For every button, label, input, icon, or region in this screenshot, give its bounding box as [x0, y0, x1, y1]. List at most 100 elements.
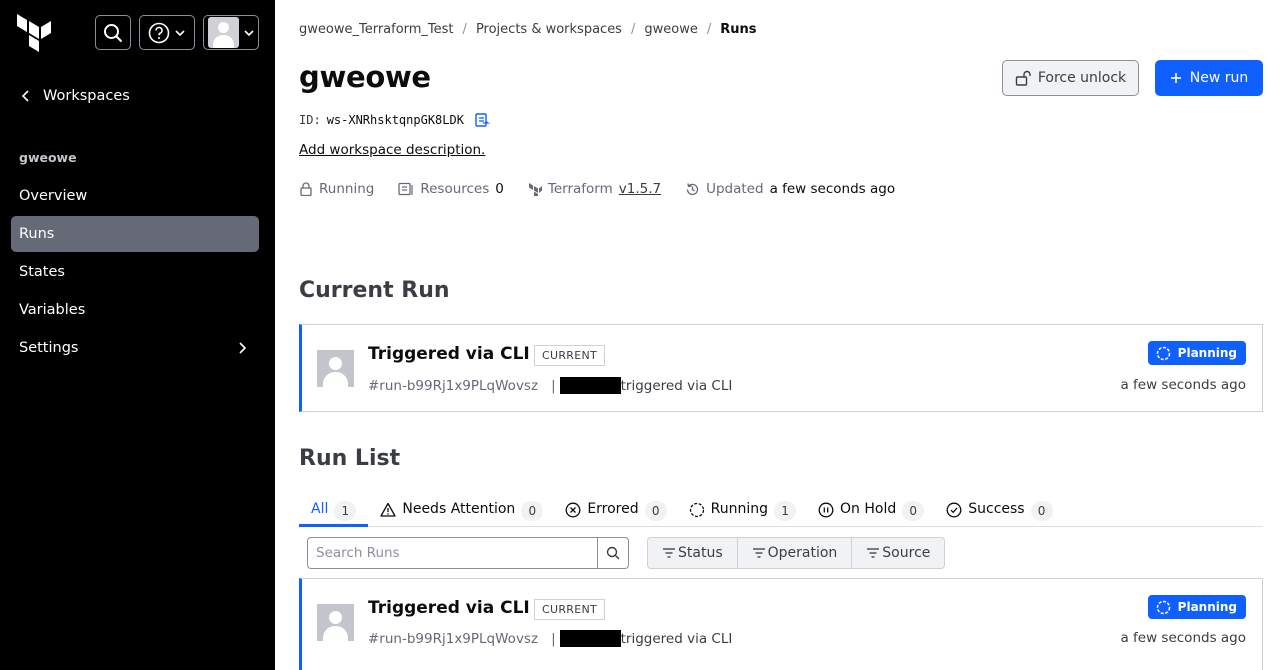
tab-label: Running: [710, 501, 769, 517]
trigger-text: triggered via CLI: [620, 377, 733, 394]
breadcrumb-separator: /: [630, 22, 636, 37]
chevron-down-icon: [175, 29, 185, 36]
plus-icon: [1170, 73, 1181, 83]
workspace-meta: Running Resources 0 Terraform v1.5.7 Upd…: [299, 181, 919, 197]
status-badge-label: Planning: [1177, 346, 1237, 360]
sidebar-item-label: Variables: [19, 302, 86, 318]
run-title[interactable]: Triggered via CLI: [368, 598, 530, 618]
breadcrumb-workspace[interactable]: gweowe: [644, 22, 697, 37]
meta-status-text: Running: [319, 181, 375, 197]
meta-updated-label: Updated: [706, 181, 764, 197]
add-description-link[interactable]: Add workspace description.: [299, 142, 485, 158]
warning-icon: [380, 502, 397, 517]
tab-label: Needs Attention: [402, 501, 516, 517]
force-unlock-button[interactable]: Force unlock: [1002, 60, 1139, 96]
tab-on-hold[interactable]: On Hold 0: [818, 497, 925, 527]
terraform-version-link[interactable]: v1.5.7: [619, 181, 661, 197]
breadcrumb-separator: /: [462, 22, 467, 37]
meta-resources-label: Resources: [420, 181, 490, 197]
meta-updated: Updated a few seconds ago: [685, 181, 895, 197]
user-menu-button[interactable]: [203, 15, 259, 50]
sidebar-item-states[interactable]: States: [11, 254, 259, 290]
meta-resources-count: 0: [495, 181, 504, 197]
search-icon: [606, 546, 620, 560]
terraform-logo-icon[interactable]: [17, 14, 53, 52]
main-content: gweowe_Terraform_Test / Projects & works…: [299, 0, 1263, 670]
loading-icon: [689, 502, 704, 518]
back-label: Workspaces: [43, 88, 130, 104]
tab-success[interactable]: Success 0: [946, 497, 1053, 527]
new-run-label: New run: [1189, 70, 1249, 86]
run-list-heading: Run List: [299, 446, 401, 471]
chevron-left-icon: [21, 90, 29, 102]
search-icon: [104, 23, 123, 42]
copy-icon[interactable]: [474, 112, 490, 128]
tab-all[interactable]: All 1: [299, 497, 369, 527]
force-unlock-label: Force unlock: [1037, 70, 1127, 86]
tab-count: 0: [902, 501, 925, 521]
tab-label: On Hold: [840, 501, 897, 517]
lock-icon: [300, 182, 312, 196]
unlock-icon: [1015, 70, 1031, 86]
sidebar-item-label: Runs: [19, 226, 55, 242]
sidebar-item-label: States: [19, 264, 65, 280]
new-run-button[interactable]: New run: [1155, 60, 1263, 96]
sidebar-item-runs[interactable]: Runs: [11, 216, 259, 252]
search-button[interactable]: [95, 15, 131, 50]
filter-source-button[interactable]: Source: [852, 538, 944, 568]
filter-label: Source: [882, 545, 931, 561]
avatar: [317, 604, 354, 641]
current-tag: CURRENT: [534, 345, 606, 366]
status-badge: Planning: [1147, 595, 1246, 619]
meta-updated-value: a few seconds ago: [769, 181, 896, 197]
filter-buttons: Status Operation Source: [647, 537, 946, 569]
tab-errored[interactable]: Errored 0: [565, 497, 667, 527]
run-title[interactable]: Triggered via CLI: [368, 344, 530, 364]
run-subtitle: #run-b99Rj1x9PLqWovsz | triggered via CL…: [368, 377, 732, 394]
workspace-id-value: ws-XNRhsktqnpGK8LDK: [326, 113, 464, 127]
avatar: [207, 17, 239, 48]
breadcrumb-projects[interactable]: Projects & workspaces: [476, 22, 622, 37]
current-tag: CURRENT: [534, 599, 606, 620]
sidebar-workspace-name: gweowe: [19, 150, 77, 165]
sidebar: Workspaces gweowe Overview Runs States V…: [0, 0, 275, 670]
run-id: #run-b99Rj1x9PLqWovsz: [368, 377, 539, 394]
redacted-user: [559, 630, 621, 647]
breadcrumb-organization[interactable]: gweowe_Terraform_Test: [299, 22, 454, 37]
page-title: gweowe: [299, 60, 431, 94]
run-list-item[interactable]: Triggered via CLI CURRENT #run-b99Rj1x9P…: [299, 578, 1263, 670]
history-icon: [686, 182, 699, 195]
current-run-card[interactable]: Triggered via CLI CURRENT #run-b99Rj1x9P…: [299, 324, 1263, 412]
sidebar-item-overview[interactable]: Overview: [11, 178, 259, 214]
sidebar-item-settings[interactable]: Settings: [11, 330, 259, 366]
breadcrumb-current: Runs: [720, 22, 757, 37]
chevron-right-icon: [239, 342, 247, 354]
meta-status: Running: [299, 181, 374, 197]
search-runs-button[interactable]: [597, 537, 629, 569]
tab-running[interactable]: Running 1: [689, 497, 797, 527]
workspace-id-label: ID:: [299, 113, 321, 127]
filter-status-button[interactable]: Status: [648, 538, 738, 568]
tab-count: 0: [521, 501, 544, 521]
resources-icon: [398, 182, 413, 196]
filter-icon: [752, 548, 765, 558]
loading-icon: [1156, 346, 1170, 360]
help-menu-button[interactable]: [139, 15, 195, 50]
current-run-heading: Current Run: [299, 278, 450, 303]
tab-label: All: [311, 501, 329, 517]
breadcrumb-separator: /: [706, 22, 712, 37]
filter-operation-button[interactable]: Operation: [738, 538, 853, 568]
breadcrumb: gweowe_Terraform_Test / Projects & works…: [299, 22, 756, 37]
run-filter-tabs: All 1 Needs Attention 0 Errored 0 Runnin…: [299, 497, 1263, 527]
run-time: a few seconds ago: [1120, 630, 1246, 646]
back-to-workspaces-link[interactable]: Workspaces: [19, 88, 130, 104]
tab-count: 1: [774, 501, 797, 521]
tab-count: 1: [334, 501, 357, 521]
tab-label: Success: [968, 501, 1025, 517]
tab-needs-attention[interactable]: Needs Attention 0: [380, 497, 544, 527]
meta-terraform-label: Terraform: [547, 181, 613, 197]
loading-icon: [1156, 600, 1170, 614]
search-runs-input[interactable]: [307, 537, 597, 569]
sidebar-item-variables[interactable]: Variables: [11, 292, 259, 328]
trigger-text: triggered via CLI: [620, 630, 733, 647]
